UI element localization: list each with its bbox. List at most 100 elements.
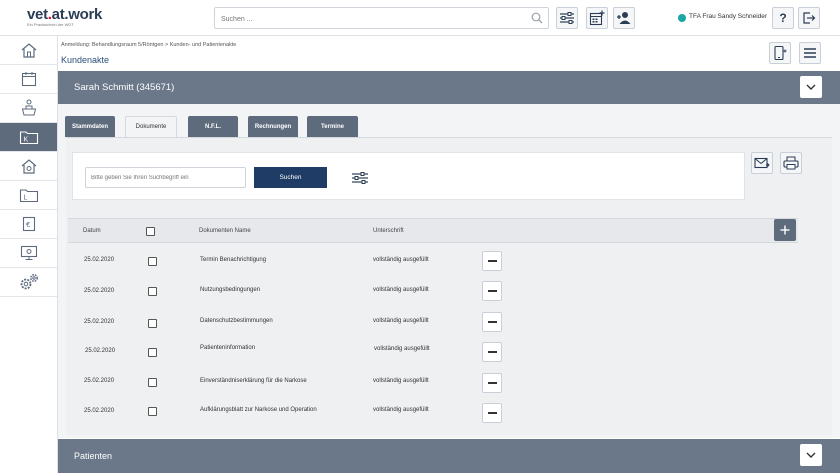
minus-icon <box>487 321 497 323</box>
row-date: 25.02.2020 <box>85 348 116 354</box>
row-signature-status: vollständig ausgefüllt <box>374 346 430 352</box>
row-signature-status: vollständig ausgefüllt <box>373 257 429 263</box>
customer-name: Sarah Schmitt (345671) <box>74 82 175 93</box>
sidebar-item-monitor[interactable] <box>0 239 57 268</box>
row-date: 25.02.2020 <box>84 288 115 294</box>
hamburger-icon <box>804 48 816 58</box>
svg-text:L: L <box>23 195 27 202</box>
add-document-button[interactable] <box>774 219 796 241</box>
table-row[interactable]: 25.02.2020 Termin Benachrichtigung volls… <box>66 247 832 277</box>
row-signature-status: vollständig ausgefüllt <box>373 378 429 384</box>
monitor-icon <box>20 245 37 260</box>
customer-file-panel: Stammdaten Dokumente N.F.L. Rechnungen T… <box>58 104 840 438</box>
add-customer-button[interactable] <box>613 7 635 29</box>
document-search-input[interactable] <box>85 167 246 188</box>
svg-text:€: € <box>26 221 30 229</box>
column-document-name[interactable]: Dokumenten Name <box>199 228 251 234</box>
lab-folder-icon: L <box>19 189 38 203</box>
sliders-icon <box>352 172 368 184</box>
row-date: 25.02.2020 <box>84 257 115 263</box>
row-checkbox[interactable] <box>148 319 157 328</box>
app-logo[interactable]: vet.at.work Ein Praxisschein der WDT <box>27 6 103 29</box>
logo-wordmark: vet.at.work <box>27 6 103 23</box>
help-button[interactable]: ? <box>772 7 794 29</box>
remove-document-button[interactable] <box>482 373 502 393</box>
logout-icon <box>803 12 816 24</box>
row-signature-status: vollständig ausgefüllt <box>373 407 429 413</box>
user-name[interactable]: TFA Frau Sandy Schneider <box>689 13 767 20</box>
send-email-button[interactable] <box>751 152 773 174</box>
sidebar-item-settings[interactable] <box>0 268 57 297</box>
remove-document-button[interactable] <box>482 342 502 362</box>
mobile-sync-button[interactable] <box>769 42 791 64</box>
sliders-icon <box>560 12 574 24</box>
tab-nfl[interactable]: N.F.L. <box>188 116 238 137</box>
plus-icon <box>780 225 790 235</box>
row-document-name[interactable]: Aufklärungsblatt zur Narkose und Operati… <box>200 407 317 413</box>
sidebar-item-lab[interactable]: L <box>0 181 57 210</box>
home-icon <box>21 43 36 58</box>
sidebar-item-customers[interactable]: K <box>0 123 57 152</box>
row-checkbox[interactable] <box>148 378 157 387</box>
tab-dokumente[interactable]: Dokumente <box>125 116 177 137</box>
row-document-name[interactable]: Datenschutzbestimmungen <box>200 318 273 324</box>
user-status-indicator <box>678 14 686 22</box>
main-menu-button[interactable] <box>799 42 821 64</box>
breadcrumb[interactable]: Anmeldung: Behandlungsraum 5/Röntgen > K… <box>61 42 236 48</box>
document-search-card: Suchen <box>72 152 745 200</box>
documents-table-header: Datum Dokumenten Name Unterschrift <box>68 218 798 243</box>
document-filter-button[interactable] <box>349 167 371 189</box>
select-all-checkbox[interactable] <box>146 227 155 236</box>
sidebar-item-practice[interactable] <box>0 152 57 181</box>
logout-button[interactable] <box>798 7 820 29</box>
row-date: 25.02.2020 <box>84 378 115 384</box>
sidebar-item-home[interactable] <box>0 36 57 65</box>
row-document-name[interactable]: Nutzungsbedingungen <box>200 287 260 293</box>
row-checkbox[interactable] <box>148 407 157 416</box>
printer-icon <box>783 156 799 170</box>
minus-icon <box>487 290 497 292</box>
sidebar-item-calendar[interactable] <box>0 65 57 94</box>
search-icon[interactable] <box>531 12 543 24</box>
table-row[interactable]: 25.02.2020 Aufklärungsblatt zur Narkose … <box>66 401 832 431</box>
table-row[interactable]: 25.02.2020 Nutzungsbedingungen vollständ… <box>66 277 832 307</box>
remove-document-button[interactable] <box>482 281 502 301</box>
tab-termine[interactable]: Termine <box>307 116 358 137</box>
table-row[interactable]: 25.02.2020 Einverständniserklärung für d… <box>66 371 832 401</box>
patients-expand-button[interactable] <box>800 444 822 466</box>
row-document-name[interactable]: Termin Benachrichtigung <box>200 257 266 263</box>
billing-icon: € <box>22 216 35 232</box>
calendar-plus-icon <box>589 10 605 26</box>
filter-settings-button[interactable] <box>556 7 578 29</box>
minus-icon <box>487 351 497 353</box>
settings-icon <box>20 274 38 290</box>
column-signature[interactable]: Unterschrift <box>373 228 404 234</box>
customer-collapse-button[interactable] <box>800 76 822 98</box>
global-search <box>214 7 549 30</box>
customer-folder-icon: K <box>19 131 38 145</box>
remove-document-button[interactable] <box>482 251 502 271</box>
table-row[interactable]: 25.02.2020 Datenschutzbestimmungen volls… <box>66 308 832 338</box>
sidebar-item-waiting-room[interactable] <box>0 94 57 123</box>
tab-stammdaten[interactable]: Stammdaten <box>65 116 115 137</box>
global-search-input[interactable] <box>215 9 515 30</box>
chevron-down-icon <box>806 452 816 458</box>
row-checkbox[interactable] <box>148 287 157 296</box>
row-document-name[interactable]: Patienteninformation <box>200 345 255 351</box>
question-icon: ? <box>779 11 787 25</box>
column-date[interactable]: Datum <box>83 228 101 234</box>
table-row[interactable]: 25.02.2020 Patienteninformation vollstän… <box>66 337 832 367</box>
row-checkbox[interactable] <box>148 257 157 266</box>
documents-tab-content: Suchen <box>66 137 832 435</box>
remove-document-button[interactable] <box>482 312 502 332</box>
print-button[interactable] <box>780 152 802 174</box>
row-document-name[interactable]: Einverständniserklärung für die Narkose <box>200 378 307 384</box>
row-checkbox[interactable] <box>148 348 157 357</box>
sidebar-item-billing[interactable]: € <box>0 210 57 239</box>
document-search-button[interactable]: Suchen <box>254 167 327 188</box>
remove-document-button[interactable] <box>482 403 502 423</box>
patients-section-bar: Patienten <box>58 439 840 473</box>
row-date: 25.02.2020 <box>84 408 115 414</box>
tab-rechnungen[interactable]: Rechnungen <box>248 116 298 137</box>
new-appointment-button[interactable] <box>586 7 608 29</box>
